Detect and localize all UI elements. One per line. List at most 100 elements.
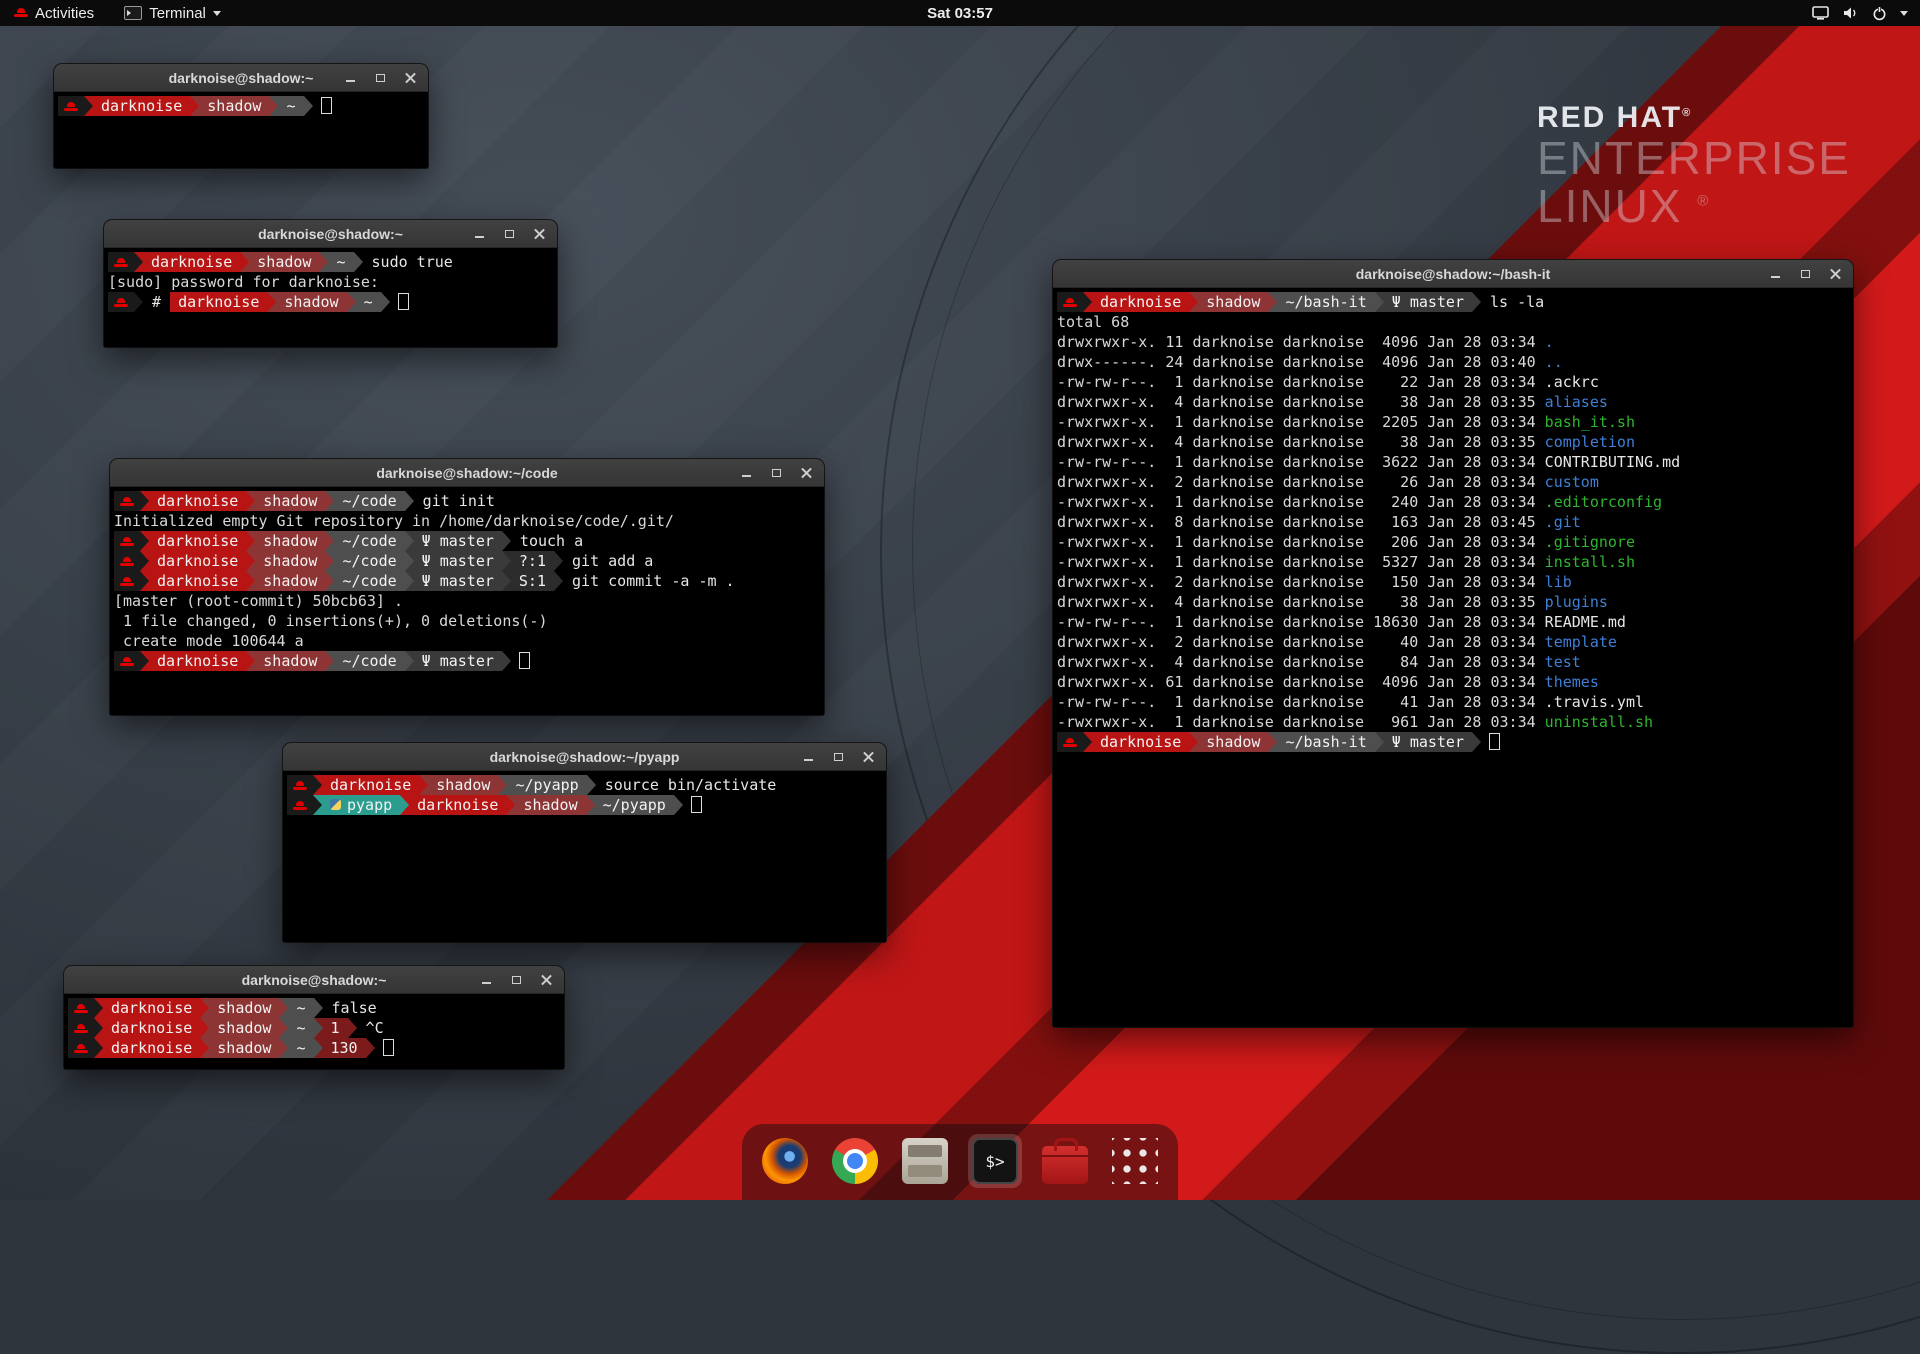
powerline-separator-icon — [140, 491, 149, 511]
fedora-icon — [120, 557, 134, 567]
files-icon — [902, 1138, 948, 1184]
file-name: README.md — [1545, 613, 1626, 631]
powerline-separator-icon — [366, 1038, 375, 1058]
fedora-icon — [64, 102, 78, 112]
redhat-prompt-icon — [114, 651, 140, 671]
file-name: plugins — [1545, 593, 1608, 611]
maximize-button[interactable] — [1798, 266, 1813, 281]
terminal-content[interactable]: darknoiseshadow~ falsedarknoiseshadow~1 … — [64, 994, 564, 1069]
redhat-prompt-icon — [1057, 732, 1083, 752]
close-button[interactable] — [539, 972, 554, 987]
terminal-content[interactable]: darknoiseshadow~ sudo true[sudo] passwor… — [104, 248, 557, 347]
minimize-button[interactable] — [343, 70, 358, 85]
file-name: template — [1545, 633, 1617, 651]
powerline-separator-icon — [325, 531, 334, 551]
fedora-icon — [293, 801, 307, 811]
powerline-separator-icon — [314, 1018, 323, 1038]
system-menu[interactable] — [1812, 0, 1920, 26]
terminal-content[interactable]: darknoiseshadow~/pyapp source bin/activa… — [283, 771, 886, 942]
command-text: git commit -a -m . — [563, 572, 735, 590]
firefox-icon — [762, 1138, 808, 1184]
titlebar[interactable]: darknoise@shadow:~/bash-it — [1053, 260, 1853, 288]
dock-item-toolbox[interactable] — [1038, 1134, 1092, 1188]
close-button[interactable] — [799, 465, 814, 480]
terminal-cursor — [321, 97, 332, 114]
prompt-segment-exit: 130 — [323, 1038, 366, 1058]
dock-item-app-grid[interactable] — [1108, 1134, 1162, 1188]
titlebar[interactable]: darknoise@shadow:~ — [104, 220, 557, 248]
maximize-button[interactable] — [831, 749, 846, 764]
prompt-segment-host: shadow — [515, 795, 585, 815]
maximize-button[interactable] — [769, 465, 784, 480]
terminal-line: total 68 — [1057, 312, 1851, 332]
maximize-button[interactable] — [509, 972, 524, 987]
activities-button[interactable]: Activities — [10, 0, 98, 26]
powerline-separator-icon — [1268, 292, 1277, 312]
file-name: uninstall.sh — [1545, 713, 1653, 731]
close-button[interactable] — [1828, 266, 1843, 281]
prompt-segment-host: shadow — [255, 491, 325, 511]
app-menu-button[interactable]: Terminal — [120, 0, 225, 26]
powerline-separator-icon — [246, 531, 255, 551]
activities-label: Activities — [35, 5, 94, 22]
minimize-button[interactable] — [1768, 266, 1783, 281]
redhat-prompt-icon — [58, 96, 84, 116]
powerline-separator-icon — [1375, 732, 1384, 752]
maximize-button[interactable] — [373, 70, 388, 85]
terminal-line: -rwxrwxr-x. 1 darknoise darknoise 5327 J… — [1057, 552, 1851, 572]
powerline-separator-icon — [140, 571, 149, 591]
titlebar[interactable]: darknoise@shadow:~/code — [110, 459, 824, 487]
file-name: .gitignore — [1545, 533, 1635, 551]
minimize-button[interactable] — [472, 226, 487, 241]
app-grid-icon — [1112, 1138, 1158, 1184]
chrome-icon — [832, 1138, 878, 1184]
powerline-separator-icon — [1083, 292, 1092, 312]
app-menu-label: Terminal — [149, 5, 206, 22]
powerline-separator-icon — [190, 96, 199, 116]
powerline-separator-icon — [325, 651, 334, 671]
terminal-content[interactable]: darknoiseshadow~/bash-itΨ master ls -lat… — [1053, 288, 1853, 1027]
minimize-button[interactable] — [739, 465, 754, 480]
file-name: aliases — [1545, 393, 1608, 411]
close-button[interactable] — [532, 226, 547, 241]
close-button[interactable] — [403, 70, 418, 85]
window-title: darknoise@shadow:~/bash-it — [1053, 266, 1853, 282]
file-name: . — [1545, 333, 1554, 351]
titlebar[interactable]: darknoise@shadow:~ — [54, 64, 428, 92]
powerline-separator-icon — [674, 795, 683, 815]
powerline-separator-icon — [140, 531, 149, 551]
prompt-segment-git: Ψ master — [414, 651, 502, 671]
dock-item-chrome[interactable] — [828, 1134, 882, 1188]
fedora-icon — [74, 1024, 88, 1034]
fedora-icon — [114, 258, 128, 268]
titlebar[interactable]: darknoise@shadow:~ — [64, 966, 564, 994]
titlebar[interactable]: darknoise@shadow:~/pyapp — [283, 743, 886, 771]
maximize-button[interactable] — [502, 226, 517, 241]
clock[interactable]: Sat 03:57 — [927, 5, 993, 22]
display-icon — [1812, 6, 1829, 20]
dock-item-terminal[interactable]: $> — [968, 1134, 1022, 1188]
close-button[interactable] — [861, 749, 876, 764]
command-text: ls -la — [1481, 293, 1544, 311]
dock-item-firefox[interactable] — [758, 1134, 812, 1188]
powerline-separator-icon — [325, 551, 334, 571]
fedora-icon — [1063, 738, 1077, 748]
powerline-separator-icon — [313, 775, 322, 795]
terminal-line: drwx------. 24 darknoise darknoise 4096 … — [1057, 352, 1851, 372]
prompt-segment-path: ~ — [288, 1038, 313, 1058]
minimize-button[interactable] — [801, 749, 816, 764]
prompt-segment-git: Ψ master — [1384, 732, 1472, 752]
terminal-cursor — [383, 1039, 394, 1056]
dock-item-files[interactable] — [898, 1134, 952, 1188]
redhat-prompt-icon — [287, 795, 313, 815]
terminal-window-code: darknoise@shadow:~/code darknoiseshadow~… — [110, 459, 824, 715]
terminal-content[interactable]: darknoiseshadow~/code git initInitialize… — [110, 487, 824, 715]
file-name: .editorconfig — [1545, 493, 1662, 511]
minimize-button[interactable] — [479, 972, 494, 987]
terminal-line: -rwxrwxr-x. 1 darknoise darknoise 240 Ja… — [1057, 492, 1851, 512]
terminal-line: darknoiseshadow~ sudo true — [108, 252, 555, 272]
terminal-content[interactable]: darknoiseshadow~ — [54, 92, 428, 168]
file-name: lib — [1545, 573, 1572, 591]
terminal-line: darknoiseshadow~/code git init — [114, 491, 822, 511]
brand-enterprise: ENTERPRISE — [1537, 134, 1851, 182]
